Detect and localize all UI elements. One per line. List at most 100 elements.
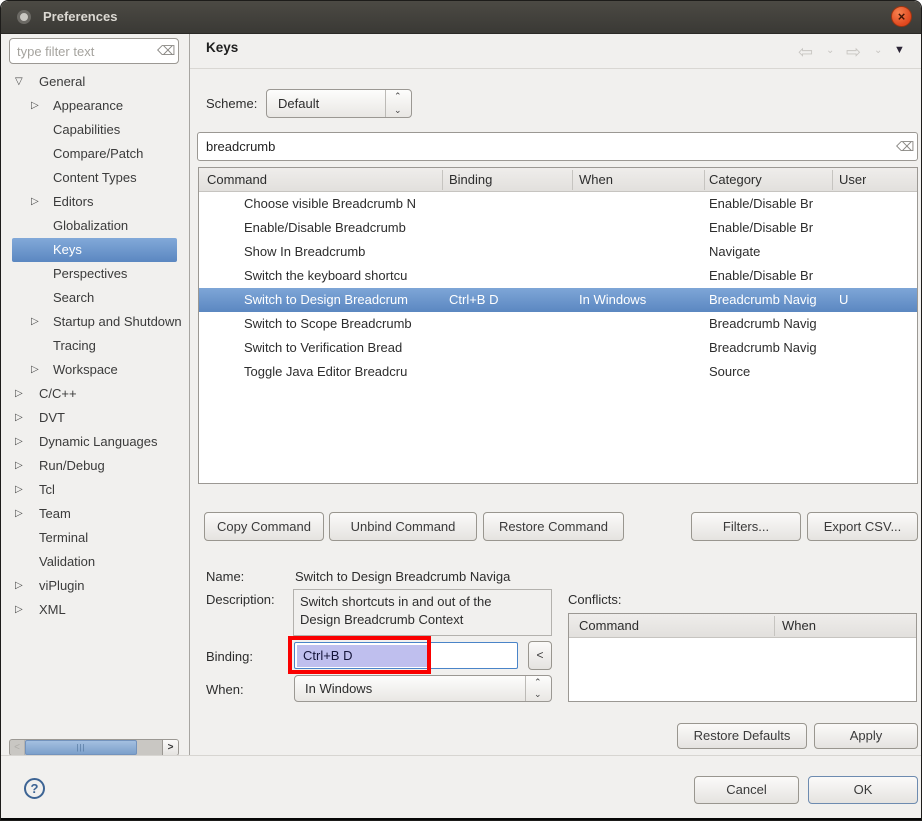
sidebar-item-validation[interactable]: Validation <box>9 550 181 574</box>
table-column-command[interactable]: Command <box>207 168 267 192</box>
restore-defaults-button[interactable]: Restore Defaults <box>677 723 807 749</box>
table-row[interactable]: Switch to Verification BreadBreadcrumb N… <box>199 336 917 360</box>
cell-binding <box>449 312 572 336</box>
sidebar-item-dvt[interactable]: ▷DVT <box>9 406 181 430</box>
tree-collapsed-icon[interactable]: ▷ <box>31 190 39 214</box>
when-select[interactable]: In Windows ⌃ ⌄ <box>294 675 552 702</box>
tree-collapsed-icon[interactable]: ▷ <box>15 478 23 502</box>
restore-command-button[interactable]: Restore Command <box>483 512 624 541</box>
back-icon[interactable]: ⇦ <box>798 42 813 63</box>
tree-collapsed-icon[interactable]: ▷ <box>15 502 23 526</box>
tree-item-label: XML <box>39 598 181 622</box>
back-dropdown-icon[interactable]: ⌄ <box>826 45 834 56</box>
column-separator[interactable] <box>704 170 705 190</box>
sidebar-item-viplugin[interactable]: ▷viPlugin <box>9 574 181 598</box>
binding-capture-button[interactable]: < <box>528 641 552 670</box>
sidebar-item-editors[interactable]: ▷Editors <box>9 190 181 214</box>
filter-input[interactable] <box>9 38 179 64</box>
cell-when <box>579 192 704 216</box>
sidebar-item-general[interactable]: ▽General <box>9 70 181 94</box>
sidebar-item-team[interactable]: ▷ Team <box>9 502 181 526</box>
tree-collapsed-icon[interactable]: ▷ <box>15 598 23 622</box>
copy-command-button[interactable]: Copy Command <box>204 512 324 541</box>
tree-collapsed-icon[interactable]: ▷ <box>15 430 23 454</box>
table-row[interactable]: Switch to Design BreadcrumCtrl+B DIn Win… <box>199 288 917 312</box>
table-row[interactable]: Choose visible Breadcrumb NEnable/Disabl… <box>199 192 917 216</box>
keybindings-table[interactable]: Command Binding When Category User Choose vi… <box>198 167 918 484</box>
name-label: Name: <box>206 569 244 584</box>
table-column-binding[interactable]: Binding <box>449 168 492 192</box>
sidebar-item-startup-and-shutdown[interactable]: ▷Startup and Shutdown <box>9 310 181 334</box>
table-row[interactable]: Switch to Scope BreadcrumbBreadcrumb Nav… <box>199 312 917 336</box>
scroll-right-icon[interactable]: > <box>162 740 178 755</box>
table-row[interactable]: Toggle Java Editor BreadcruSource <box>199 360 917 384</box>
column-separator[interactable] <box>442 170 443 190</box>
tree-collapsed-icon[interactable]: ▷ <box>31 310 39 334</box>
view-menu-icon[interactable]: ▼ <box>894 44 905 56</box>
sidebar-hscrollbar[interactable]: < ||| > <box>9 739 179 756</box>
sidebar-item-appearance[interactable]: ▷Appearance <box>9 94 181 118</box>
titlebar[interactable]: Preferences × <box>1 1 921 34</box>
table-column-category[interactable]: Category <box>709 168 762 192</box>
tree-collapsed-icon[interactable]: ▷ <box>15 406 23 430</box>
ok-button[interactable]: OK <box>808 776 918 804</box>
sidebar-item-dynamic-languages[interactable]: ▷Dynamic Languages <box>9 430 181 454</box>
binding-label: Binding: <box>206 649 253 664</box>
sidebar-item-search[interactable]: Search <box>9 286 181 310</box>
sidebar-item-globalization[interactable]: Globalization <box>9 214 181 238</box>
tree-collapsed-icon[interactable]: ▷ <box>15 454 23 478</box>
cell-category: Enable/Disable Br <box>709 216 831 240</box>
sidebar-item-capabilities[interactable]: Capabilities <box>9 118 181 142</box>
help-icon[interactable]: ? <box>24 778 45 799</box>
table-row[interactable]: Switch the keyboard shortcuEnable/Disabl… <box>199 264 917 288</box>
table-column-user[interactable]: User <box>839 168 866 192</box>
search-clear-icon[interactable]: ⌫ <box>896 139 914 155</box>
forward-icon[interactable]: ⇨ <box>846 42 861 63</box>
sidebar-item-content-types[interactable]: Content Types <box>9 166 181 190</box>
cell-user <box>839 336 917 360</box>
tree-item-label: Team <box>39 502 181 526</box>
cell-when <box>579 360 704 384</box>
sidebar-item-c-c-[interactable]: ▷C/C++ <box>9 382 181 406</box>
scroll-left-icon[interactable]: < <box>10 740 25 755</box>
sidebar-item-perspectives[interactable]: Perspectives <box>9 262 181 286</box>
search-input[interactable] <box>197 132 918 161</box>
cell-command: Toggle Java Editor Breadcru <box>244 360 442 384</box>
filters-button[interactable]: Filters... <box>691 512 801 541</box>
cancel-button[interactable]: Cancel <box>694 776 799 804</box>
apply-button[interactable]: Apply <box>814 723 918 749</box>
unbind-command-button[interactable]: Unbind Command <box>329 512 477 541</box>
scheme-select[interactable]: Default ⌃ ⌄ <box>266 89 412 118</box>
sidebar-item-terminal[interactable]: Terminal <box>9 526 181 550</box>
annotation-red-rectangle <box>288 636 431 674</box>
scroll-thumb[interactable]: ||| <box>25 740 137 755</box>
tree-item-label: Search <box>53 286 181 310</box>
tree-expanded-icon[interactable]: ▽ <box>15 70 23 94</box>
export-csv-button[interactable]: Export CSV... <box>807 512 918 541</box>
tree-collapsed-icon[interactable]: ▷ <box>31 358 39 382</box>
sidebar-item-run-debug[interactable]: ▷Run/Debug <box>9 454 181 478</box>
conflicts-col-when: When <box>782 614 816 638</box>
forward-dropdown-icon[interactable]: ⌄ <box>874 45 882 56</box>
table-column-when[interactable]: When <box>579 168 613 192</box>
cell-binding <box>449 240 572 264</box>
sidebar-item-workspace[interactable]: ▷Workspace <box>9 358 181 382</box>
cell-command: Switch to Design Breadcrum <box>244 288 442 312</box>
spinner-down-icon: ⌄ <box>394 105 402 116</box>
close-icon[interactable]: × <box>891 6 912 27</box>
sidebar-item-keys[interactable]: Keys <box>9 238 181 262</box>
tree-collapsed-icon[interactable]: ▷ <box>15 574 23 598</box>
sidebar-item-tracing[interactable]: Tracing <box>9 334 181 358</box>
table-row[interactable]: Enable/Disable BreadcrumbEnable/Disable … <box>199 216 917 240</box>
filter-clear-icon[interactable]: ⌫ <box>157 43 175 59</box>
sidebar-item-tcl[interactable]: ▷Tcl <box>9 478 181 502</box>
tree-collapsed-icon[interactable]: ▷ <box>31 94 39 118</box>
column-separator[interactable] <box>572 170 573 190</box>
sidebar-item-xml[interactable]: ▷ XML <box>9 598 181 622</box>
cell-when <box>579 264 704 288</box>
tree-collapsed-icon[interactable]: ▷ <box>15 382 23 406</box>
conflicts-label: Conflicts: <box>568 592 621 607</box>
table-row[interactable]: Show In BreadcrumbNavigate <box>199 240 917 264</box>
column-separator[interactable] <box>832 170 833 190</box>
sidebar-item-compare-patch[interactable]: Compare/Patch <box>9 142 181 166</box>
